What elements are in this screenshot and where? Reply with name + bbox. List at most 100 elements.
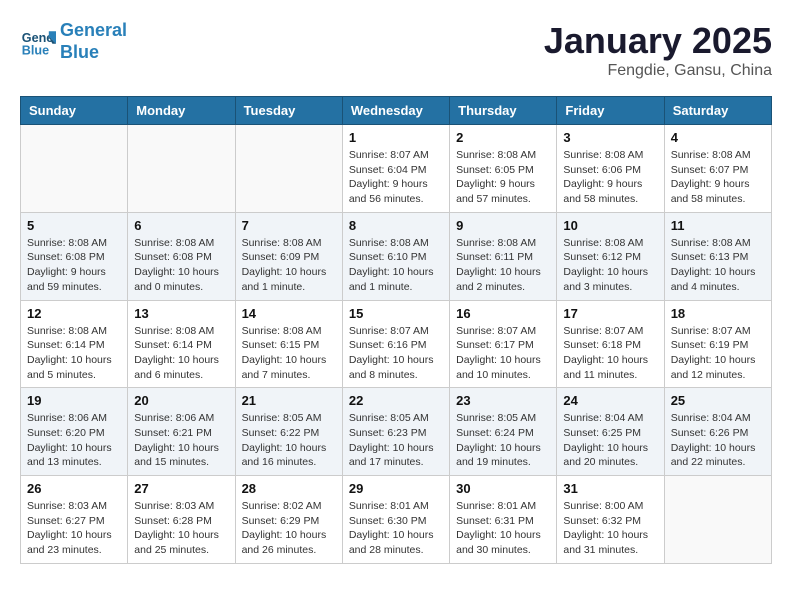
col-header-wednesday: Wednesday [342,97,449,125]
day-info: Sunrise: 8:08 AM Sunset: 6:08 PM Dayligh… [134,236,228,295]
calendar-day-cell [235,125,342,213]
day-number: 3 [563,130,657,145]
calendar-day-cell: 23 Sunrise: 8:05 AM Sunset: 6:24 PM Dayli… [450,388,557,476]
calendar-day-cell: 6 Sunrise: 8:08 AM Sunset: 6:08 PM Daylig… [128,212,235,300]
calendar-day-cell: 21 Sunrise: 8:05 AM Sunset: 6:22 PM Dayli… [235,388,342,476]
day-number: 24 [563,393,657,408]
month-title: January 2025 [544,20,772,62]
day-info: Sunrise: 8:07 AM Sunset: 6:18 PM Dayligh… [563,324,657,383]
calendar-day-cell: 11 Sunrise: 8:08 AM Sunset: 6:13 PM Dayli… [664,212,771,300]
day-number: 10 [563,218,657,233]
day-info: Sunrise: 8:07 AM Sunset: 6:16 PM Dayligh… [349,324,443,383]
day-info: Sunrise: 8:08 AM Sunset: 6:15 PM Dayligh… [242,324,336,383]
day-info: Sunrise: 8:01 AM Sunset: 6:31 PM Dayligh… [456,499,550,558]
calendar-week-row: 1Sunrise: 8:07 AM Sunset: 6:04 PM Daylig… [21,125,772,213]
calendar-day-cell: 12 Sunrise: 8:08 AM Sunset: 6:14 PM Dayli… [21,300,128,388]
day-info: Sunrise: 8:08 AM Sunset: 6:11 PM Dayligh… [456,236,550,295]
col-header-saturday: Saturday [664,97,771,125]
day-info: Sunrise: 8:01 AM Sunset: 6:30 PM Dayligh… [349,499,443,558]
day-number: 16 [456,306,550,321]
day-info: Sunrise: 8:04 AM Sunset: 6:25 PM Dayligh… [563,411,657,470]
calendar-day-cell: 3 Sunrise: 8:08 AM Sunset: 6:06 PM Daylig… [557,125,664,213]
logo: General Blue General Blue [20,20,127,63]
day-number: 22 [349,393,443,408]
calendar-day-cell: 20Sunrise: 8:06 AM Sunset: 6:21 PM Dayli… [128,388,235,476]
day-info: Sunrise: 8:08 AM Sunset: 6:07 PM Dayligh… [671,148,765,207]
day-info: Sunrise: 8:07 AM Sunset: 6:19 PM Dayligh… [671,324,765,383]
calendar-day-cell: 27 Sunrise: 8:03 AM Sunset: 6:28 PM Dayli… [128,476,235,564]
col-header-friday: Friday [557,97,664,125]
day-number: 18 [671,306,765,321]
logo-text-line1: General [60,20,127,42]
logo-icon: General Blue [20,24,56,60]
calendar-week-row: 12 Sunrise: 8:08 AM Sunset: 6:14 PM Dayli… [21,300,772,388]
calendar-day-cell: 25 Sunrise: 8:04 AM Sunset: 6:26 PM Dayli… [664,388,771,476]
day-info: Sunrise: 8:08 AM Sunset: 6:08 PM Dayligh… [27,236,121,295]
day-info: Sunrise: 8:08 AM Sunset: 6:13 PM Dayligh… [671,236,765,295]
calendar-day-cell: 13 Sunrise: 8:08 AM Sunset: 6:14 PM Dayli… [128,300,235,388]
day-number: 14 [242,306,336,321]
day-info: Sunrise: 8:08 AM Sunset: 6:06 PM Dayligh… [563,148,657,207]
day-number: 21 [242,393,336,408]
col-header-monday: Monday [128,97,235,125]
day-info: Sunrise: 8:04 AM Sunset: 6:26 PM Dayligh… [671,411,765,470]
col-header-tuesday: Tuesday [235,97,342,125]
calendar-day-cell: 22 Sunrise: 8:05 AM Sunset: 6:23 PM Dayli… [342,388,449,476]
calendar-day-cell: 16Sunrise: 8:07 AM Sunset: 6:17 PM Dayli… [450,300,557,388]
logo-text-line2: Blue [60,42,127,64]
day-info: Sunrise: 8:03 AM Sunset: 6:28 PM Dayligh… [134,499,228,558]
page-header: General Blue General Blue January 2025 F… [20,20,772,80]
day-info: Sunrise: 8:08 AM Sunset: 6:05 PM Dayligh… [456,148,550,207]
day-info: Sunrise: 8:08 AM Sunset: 6:10 PM Dayligh… [349,236,443,295]
calendar-day-cell: 26Sunrise: 8:03 AM Sunset: 6:27 PM Dayli… [21,476,128,564]
day-number: 11 [671,218,765,233]
title-block: January 2025 Fengdie, Gansu, China [544,20,772,80]
calendar-day-cell: 19 Sunrise: 8:06 AM Sunset: 6:20 PM Dayli… [21,388,128,476]
day-info: Sunrise: 8:02 AM Sunset: 6:29 PM Dayligh… [242,499,336,558]
calendar-week-row: 19 Sunrise: 8:06 AM Sunset: 6:20 PM Dayli… [21,388,772,476]
day-number: 26 [27,481,121,496]
calendar-day-cell: 15 Sunrise: 8:07 AM Sunset: 6:16 PM Dayli… [342,300,449,388]
calendar-week-row: 5Sunrise: 8:08 AM Sunset: 6:08 PM Daylig… [21,212,772,300]
day-number: 30 [456,481,550,496]
calendar-day-cell: 28Sunrise: 8:02 AM Sunset: 6:29 PM Dayli… [235,476,342,564]
day-info: Sunrise: 8:08 AM Sunset: 6:14 PM Dayligh… [134,324,228,383]
calendar-day-cell: 24 Sunrise: 8:04 AM Sunset: 6:25 PM Dayli… [557,388,664,476]
day-number: 27 [134,481,228,496]
day-info: Sunrise: 8:06 AM Sunset: 6:20 PM Dayligh… [27,411,121,470]
calendar: SundayMondayTuesdayWednesdayThursdayFrid… [20,96,772,564]
day-info: Sunrise: 8:08 AM Sunset: 6:12 PM Dayligh… [563,236,657,295]
location: Fengdie, Gansu, China [544,62,772,80]
day-info: Sunrise: 8:05 AM Sunset: 6:22 PM Dayligh… [242,411,336,470]
day-number: 2 [456,130,550,145]
calendar-header-row: SundayMondayTuesdayWednesdayThursdayFrid… [21,97,772,125]
day-number: 12 [27,306,121,321]
day-info: Sunrise: 8:08 AM Sunset: 6:09 PM Dayligh… [242,236,336,295]
calendar-week-row: 26Sunrise: 8:03 AM Sunset: 6:27 PM Dayli… [21,476,772,564]
day-number: 20 [134,393,228,408]
day-info: Sunrise: 8:00 AM Sunset: 6:32 PM Dayligh… [563,499,657,558]
day-number: 23 [456,393,550,408]
day-number: 15 [349,306,443,321]
calendar-day-cell: 9Sunrise: 8:08 AM Sunset: 6:11 PM Daylig… [450,212,557,300]
day-info: Sunrise: 8:05 AM Sunset: 6:23 PM Dayligh… [349,411,443,470]
day-number: 7 [242,218,336,233]
day-number: 1 [349,130,443,145]
calendar-day-cell: 2 Sunrise: 8:08 AM Sunset: 6:05 PM Daylig… [450,125,557,213]
day-number: 13 [134,306,228,321]
day-number: 19 [27,393,121,408]
calendar-day-cell [664,476,771,564]
calendar-day-cell: 7 Sunrise: 8:08 AM Sunset: 6:09 PM Daylig… [235,212,342,300]
calendar-day-cell: 5Sunrise: 8:08 AM Sunset: 6:08 PM Daylig… [21,212,128,300]
calendar-day-cell: 29Sunrise: 8:01 AM Sunset: 6:30 PM Dayli… [342,476,449,564]
day-info: Sunrise: 8:05 AM Sunset: 6:24 PM Dayligh… [456,411,550,470]
day-number: 6 [134,218,228,233]
day-number: 31 [563,481,657,496]
col-header-sunday: Sunday [21,97,128,125]
calendar-day-cell: 30 Sunrise: 8:01 AM Sunset: 6:31 PM Dayli… [450,476,557,564]
svg-text:Blue: Blue [22,43,49,57]
day-number: 17 [563,306,657,321]
day-info: Sunrise: 8:08 AM Sunset: 6:14 PM Dayligh… [27,324,121,383]
calendar-day-cell: 18 Sunrise: 8:07 AM Sunset: 6:19 PM Dayli… [664,300,771,388]
day-number: 25 [671,393,765,408]
